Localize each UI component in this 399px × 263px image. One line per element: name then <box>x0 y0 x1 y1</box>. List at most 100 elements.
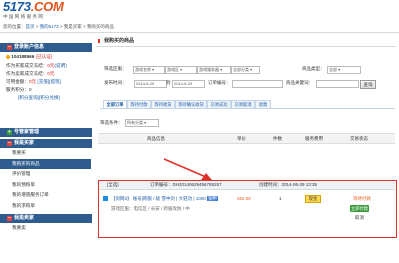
date-to-label: 到 <box>166 80 171 85</box>
manage-header[interactable]: + 号管家管理 <box>0 128 92 137</box>
account-header-title: 登录账户信息 <box>14 44 45 50</box>
manage-header-title: 号管家管理 <box>14 129 40 135</box>
product-tag: 钢甲 <box>207 196 219 201</box>
order-created: 创建时间：2014-06-29 13:35 <box>259 182 317 188</box>
filter-cond-label: 筛选条件： <box>100 120 123 125</box>
breadcrumb: 您的位置：首页 > 我的5173 > 我是买家 > 我购买的商品 <box>3 24 114 30</box>
keyword-input[interactable] <box>316 80 359 88</box>
search-button[interactable]: 查询 <box>360 80 376 89</box>
minus-icon[interactable]: − <box>7 216 12 221</box>
logo-suffix: .COM <box>30 0 64 14</box>
sidebar-item-preorders[interactable]: 我的预购单 <box>0 180 91 191</box>
goods-type-select[interactable]: 全部 ▾ <box>327 66 361 74</box>
start-date-input[interactable]: 2014-6-29 <box>134 80 167 88</box>
breadcrumb-prefix: 您的位置： <box>3 24 26 29</box>
col-info: 商品信息 <box>147 136 165 141</box>
points-query-link[interactable]: [积分查询] <box>18 95 39 100</box>
balance-row: 可用金额：0元 [充值][提现] <box>0 78 92 86</box>
order-id-input[interactable] <box>232 80 283 88</box>
buyer-frozen-row: 作为买家成交冻结：0元(说明) <box>0 62 92 70</box>
sidebar-item-wanted[interactable]: 我的求购单 <box>0 201 91 212</box>
pay-now-button[interactable]: 立即付款 <box>350 205 369 212</box>
order-id-text: 订单编号：DH20140629456785257 <box>150 182 222 188</box>
seller-header-title: 我是卖家 <box>14 215 35 221</box>
order-qty: 1 <box>279 196 282 201</box>
buyer-frozen-value: 0元 <box>47 63 55 68</box>
col-price: 单价 <box>237 136 246 141</box>
user-id: 104188566 <box>11 54 35 59</box>
time-label: 发布时间： <box>104 80 127 85</box>
category-select[interactable]: 全部分类 ▾ <box>231 66 260 74</box>
sidebar-item-addon-orders[interactable]: 我的增值服务订单 <box>0 190 91 201</box>
sidebar-item-buy[interactable]: 我要买 <box>0 148 91 159</box>
order-select-all[interactable]: [全选] <box>107 182 119 188</box>
col-qty: 件数 <box>273 136 282 141</box>
recharge-link[interactable]: [充值] <box>37 79 49 84</box>
sidebar-item-purchased[interactable]: 我购买的商品 <box>0 158 91 169</box>
logo-brand: 5173 <box>3 0 31 14</box>
user-row: 104188566 (已认证) <box>0 52 92 62</box>
order-id-label: 订单编号： <box>208 80 231 85</box>
filter-type-label: 筛选区服： <box>104 66 127 71</box>
breadcrumb-current: > 我是买家 > 我购买的商品 <box>58 24 114 29</box>
server-select[interactable]: 游戏区 ▾ <box>165 66 197 74</box>
buyer-frozen-label: 作为买家成交冻结： <box>6 63 48 68</box>
buyer-header-title: 我是买家 <box>14 140 35 146</box>
sidebar-item-reviews[interactable]: 评价管理 <box>0 169 91 180</box>
col-fee: 服务费用 <box>305 136 323 141</box>
balance-value: 0元 <box>28 79 37 84</box>
filter-cond-select[interactable]: 所有分类 ▾ <box>125 119 159 127</box>
minus-icon[interactable]: − <box>7 141 12 146</box>
product-title[interactable]: 【剑网3】 账号|跨服 / 级 雪中剑 | 大轻功 | 1000 钢甲 <box>111 196 219 202</box>
logo-tagline: 中国网络服务网 <box>3 14 45 19</box>
title-marker-icon <box>98 39 100 43</box>
filter-cond-value: 所有分类 <box>127 120 143 125</box>
goods-type-value: 全部 <box>329 67 337 72</box>
main-title-bar: 我购买的商品 <box>96 36 396 47</box>
tabs-divider <box>100 108 395 109</box>
seller-frozen-value: 0元 <box>47 71 55 76</box>
keyword-label: 商品关键词： <box>286 80 313 85</box>
breadcrumb-my[interactable]: 我的5173 <box>40 24 59 29</box>
order-id-value: DH20140629456785257 <box>172 182 222 187</box>
category-select-value: 全部分类 <box>233 67 249 72</box>
points-redeem-link[interactable]: [积分兑换] <box>39 95 60 100</box>
product-server: 游戏区服：电信区 / 长安 / 跨服攻防 / 中 <box>111 206 190 211</box>
pay-badge: 现金 <box>305 195 321 203</box>
seller-frozen-label: 作为卖家成交冻结： <box>6 71 48 76</box>
points-value: 0 <box>28 87 32 92</box>
cancel-order-link[interactable]: 取消 <box>355 215 364 221</box>
plus-icon[interactable]: + <box>7 130 12 135</box>
points-row: 服务积分：0 <box>0 86 92 94</box>
product-type-icon <box>103 196 108 201</box>
withdraw-link[interactable]: [提现] <box>49 79 61 84</box>
order-created-value: 2014-06-29 13:35 <box>281 182 318 187</box>
order-created-caption: 创建时间： <box>259 182 282 187</box>
goods-type-label: 商品类型： <box>302 66 325 71</box>
product-name: 】 账号|跨服 / 级 雪中剑 | 大轻功 | 1000 <box>127 196 206 201</box>
user-avatar-icon <box>6 54 10 59</box>
end-date-input[interactable]: 2014-6-29 <box>172 80 205 88</box>
order-status: 等待付款 <box>353 196 371 201</box>
sidebar-item-sell[interactable]: 我要卖 <box>0 223 91 234</box>
col-status: 交易状态 <box>350 136 368 141</box>
order-id-caption: 订单编号： <box>150 182 173 187</box>
points-links: [积分查询][积分兑换] <box>0 94 92 102</box>
account-header: − 登录账户信息 <box>0 43 92 52</box>
area-select[interactable]: 游戏服务器 ▾ <box>197 66 231 74</box>
breadcrumb-home[interactable]: 首页 <box>26 24 35 29</box>
balance-label: 可用金额： <box>6 79 29 84</box>
site-logo[interactable]: 5173.COM 中国网络服务网 <box>3 0 64 19</box>
points-label: 服务积分： <box>6 87 29 92</box>
user-verified: (已认证) <box>35 54 53 59</box>
server-select-value: 游戏区 <box>167 67 179 72</box>
frozen-note-link[interactable]: (说明) <box>55 63 67 68</box>
minus-icon[interactable]: − <box>7 45 12 50</box>
header-divider <box>0 32 399 33</box>
page-title: 我购买的商品 <box>104 38 135 44</box>
game-select[interactable]: 游戏名称 ▾ <box>133 66 165 74</box>
seller-header[interactable]: − 我是卖家 <box>0 214 92 223</box>
buyer-header[interactable]: − 我是买家 <box>0 139 92 148</box>
product-game: 剑网3 <box>115 196 128 201</box>
area-select-value: 游戏服务器 <box>199 67 219 72</box>
